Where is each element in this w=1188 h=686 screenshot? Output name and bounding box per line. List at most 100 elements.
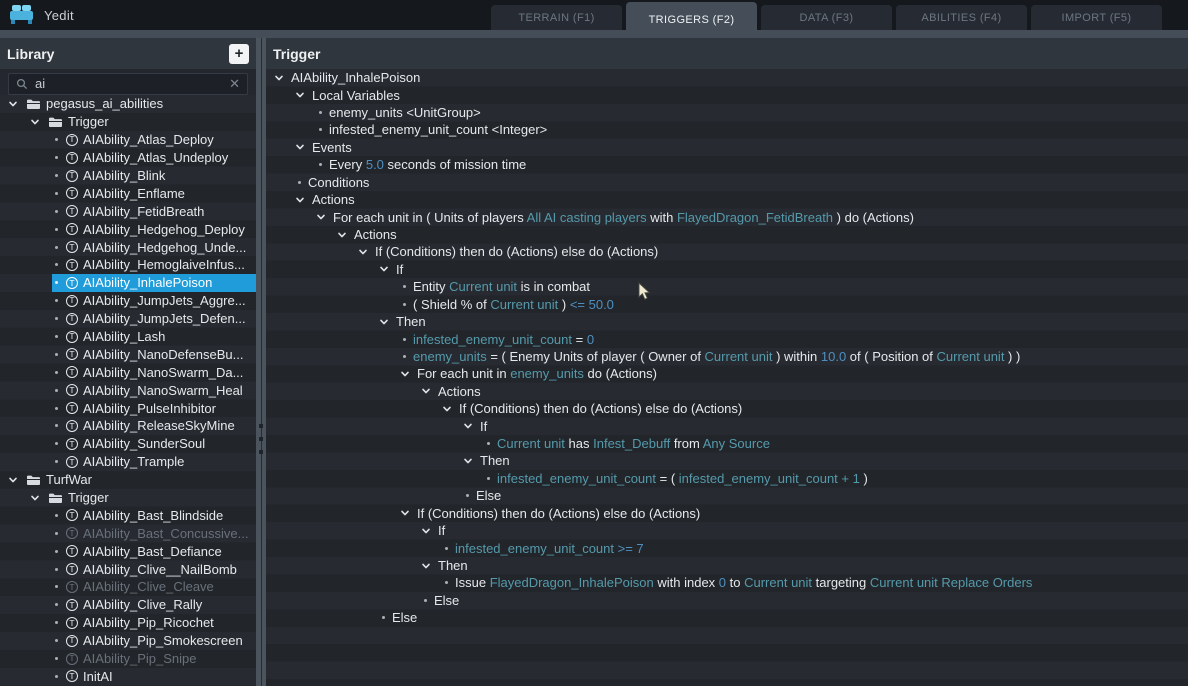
trigger-tree-row[interactable]: Current unit has Infest_Debuff from Any … xyxy=(266,435,1188,452)
library-tree-row[interactable]: T AIAbility_JumpJets_Defen... xyxy=(0,310,256,328)
text-segment: Conditions xyxy=(308,174,370,190)
library-tree-row[interactable]: T AIAbility_Trample xyxy=(0,453,256,471)
library-tree-row[interactable]: T AIAbility_NanoSwarm_Da... xyxy=(0,363,256,381)
library-tree-row[interactable]: T AIAbility_Bast_Blindside xyxy=(0,506,256,524)
trigger-tree-row[interactable]: Else xyxy=(266,487,1188,504)
library-tree-row[interactable]: T AIAbility_HemoglaiveInfus... xyxy=(0,256,256,274)
trigger-tree-row[interactable]: For each unit in ( Units of players All … xyxy=(266,208,1188,225)
tab-terrain[interactable]: TERRAIN (F1) xyxy=(491,5,622,30)
library-tree-row[interactable]: T AIAbility_Blink xyxy=(0,167,256,185)
library-tree-row[interactable]: T AIAbility_FetidBreath xyxy=(0,202,256,220)
chevron-down-icon[interactable] xyxy=(30,493,43,503)
library-tree-row[interactable]: T AIAbility_NanoSwarm_Heal xyxy=(0,381,256,399)
trigger-tree-row[interactable]: ( Shield % of Current unit ) <= 50.0 xyxy=(266,295,1188,312)
tab-data[interactable]: DATA (F3) xyxy=(761,5,892,30)
library-tree-row[interactable]: T AIAbility_Lash xyxy=(0,328,256,346)
library-tree-row[interactable]: Trigger xyxy=(0,113,256,131)
trigger-tree-row[interactable]: enemy_units <UnitGroup> xyxy=(266,104,1188,121)
library-tree-row[interactable]: TurfWar xyxy=(0,471,256,489)
chevron-down-icon[interactable] xyxy=(379,264,392,274)
library-tree-row[interactable]: Trigger xyxy=(0,489,256,507)
chevron-down-icon[interactable] xyxy=(295,90,308,100)
chevron-down-icon[interactable] xyxy=(421,526,434,536)
panel-splitter[interactable] xyxy=(256,38,266,686)
chevron-down-icon[interactable] xyxy=(442,404,455,414)
library-tree-row[interactable]: T AIAbility_Clive__NailBomb xyxy=(0,560,256,578)
trigger-tree-row[interactable]: For each unit in enemy_units do (Actions… xyxy=(266,365,1188,382)
text-segment: ) xyxy=(859,470,868,486)
library-item-label: Trigger xyxy=(68,114,109,130)
chevron-down-icon[interactable] xyxy=(316,212,329,222)
trigger-tree-row[interactable]: If xyxy=(266,261,1188,278)
clear-search-icon[interactable]: ✕ xyxy=(229,77,240,90)
library-tree-row[interactable]: T AIAbility_Atlas_Undeploy xyxy=(0,149,256,167)
trigger-tree-row[interactable]: If (Conditions) then do (Actions) else d… xyxy=(266,505,1188,522)
library-tree-row[interactable]: T AIAbility_NanoDefenseBu... xyxy=(0,345,256,363)
trigger-tree-row[interactable]: Conditions xyxy=(266,174,1188,191)
library-tree-row[interactable]: T AIAbility_ReleaseSkyMine xyxy=(0,417,256,435)
chevron-down-icon[interactable] xyxy=(463,421,476,431)
trigger-tree-row[interactable]: If (Conditions) then do (Actions) else d… xyxy=(266,400,1188,417)
trigger-tree-row[interactable]: If xyxy=(266,417,1188,434)
chevron-down-icon[interactable] xyxy=(337,230,350,240)
tab-import[interactable]: IMPORT (F5) xyxy=(1031,5,1162,30)
trigger-tree-row[interactable]: Else xyxy=(266,592,1188,609)
chevron-down-icon[interactable] xyxy=(421,386,434,396)
tab-triggers[interactable]: TRIGGERS (F2) xyxy=(626,2,757,38)
trigger-tree-row[interactable]: Else xyxy=(266,609,1188,626)
trigger-tree-row[interactable]: If xyxy=(266,522,1188,539)
chevron-down-icon[interactable] xyxy=(400,369,413,379)
trigger-tree-row[interactable]: infested_enemy_unit_count >= 7 xyxy=(266,539,1188,556)
trigger-tree-row[interactable]: Actions xyxy=(266,383,1188,400)
trigger-tree-row[interactable]: Entity Current unit is in combat xyxy=(266,278,1188,295)
chevron-down-icon[interactable] xyxy=(8,99,21,109)
library-tree-row[interactable]: T AIAbility_Enflame xyxy=(0,184,256,202)
chevron-down-icon[interactable] xyxy=(8,475,21,485)
library-tree-row[interactable]: T AIAbility_InhalePoison xyxy=(0,273,256,292)
library-tree-row[interactable]: T InitAI xyxy=(0,668,256,686)
trigger-tree-row[interactable]: enemy_units = ( Enemy Units of player ( … xyxy=(266,348,1188,365)
library-tree-row[interactable]: T AIAbility_Hedgehog_Deploy xyxy=(0,220,256,238)
trigger-tree-row[interactable]: If (Conditions) then do (Actions) else d… xyxy=(266,243,1188,260)
tab-abilities[interactable]: ABILITIES (F4) xyxy=(896,5,1027,30)
chevron-down-icon[interactable] xyxy=(295,142,308,152)
trigger-tree-row[interactable]: Then xyxy=(266,313,1188,330)
trigger-tree-row[interactable]: Then xyxy=(266,452,1188,469)
chevron-down-icon[interactable] xyxy=(421,561,434,571)
library-tree-row[interactable]: T AIAbility_Pip_Smokescreen xyxy=(0,632,256,650)
chevron-down-icon[interactable] xyxy=(274,73,287,83)
chevron-down-icon[interactable] xyxy=(30,117,43,127)
chevron-down-icon[interactable] xyxy=(463,456,476,466)
trigger-tree-row[interactable]: infested_enemy_unit_count = ( infested_e… xyxy=(266,470,1188,487)
library-tree-row[interactable]: T AIAbility_PulseInhibitor xyxy=(0,399,256,417)
library-tree-row[interactable]: T AIAbility_JumpJets_Aggre... xyxy=(0,292,256,310)
library-tree-row[interactable]: T AIAbility_SunderSoul xyxy=(0,435,256,453)
trigger-tree-row[interactable]: infested_enemy_unit_count = 0 xyxy=(266,330,1188,347)
trigger-tree-row[interactable]: Events xyxy=(266,139,1188,156)
library-tree-row[interactable]: T AIAbility_Bast_Concussive... xyxy=(0,524,256,542)
add-library-button[interactable]: + xyxy=(229,43,249,64)
library-search-input[interactable] xyxy=(35,76,223,91)
library-tree-row[interactable]: T AIAbility_Pip_Ricochet xyxy=(0,614,256,632)
library-tree-row[interactable]: pegasus_ai_abilities xyxy=(0,95,256,113)
trigger-tree-row[interactable]: Every 5.0 seconds of mission time xyxy=(266,156,1188,173)
trigger-tree-row[interactable]: Local Variables xyxy=(266,86,1188,103)
library-search-box[interactable]: ✕ xyxy=(8,72,248,95)
library-tree-row[interactable]: T AIAbility_Bast_Defiance xyxy=(0,542,256,560)
library-tree-row[interactable]: T AIAbility_Hedgehog_Unde... xyxy=(0,238,256,256)
chevron-down-icon[interactable] xyxy=(379,317,392,327)
library-tree-row[interactable]: T AIAbility_Pip_Snipe xyxy=(0,650,256,668)
library-tree-row[interactable]: T AIAbility_Atlas_Deploy xyxy=(0,131,256,149)
trigger-tree-row[interactable]: Actions xyxy=(266,191,1188,208)
trigger-tree-row[interactable]: AIAbility_InhalePoison xyxy=(266,69,1188,86)
trigger-tree-row[interactable]: Then xyxy=(266,557,1188,574)
trigger-tree-row[interactable]: Actions xyxy=(266,226,1188,243)
library-tree-row[interactable]: T AIAbility_Clive_Rally xyxy=(0,596,256,614)
chevron-down-icon[interactable] xyxy=(295,195,308,205)
library-tree-row[interactable]: T AIAbility_Clive_Cleave xyxy=(0,578,256,596)
trigger-tree-row[interactable]: Issue FlayedDragon_InhalePoison with ind… xyxy=(266,574,1188,591)
chevron-down-icon[interactable] xyxy=(400,508,413,518)
library-item-label: AIAbility_Hedgehog_Unde... xyxy=(83,239,247,255)
trigger-tree-row[interactable]: infested_enemy_unit_count <Integer> xyxy=(266,121,1188,138)
chevron-down-icon[interactable] xyxy=(358,247,371,257)
